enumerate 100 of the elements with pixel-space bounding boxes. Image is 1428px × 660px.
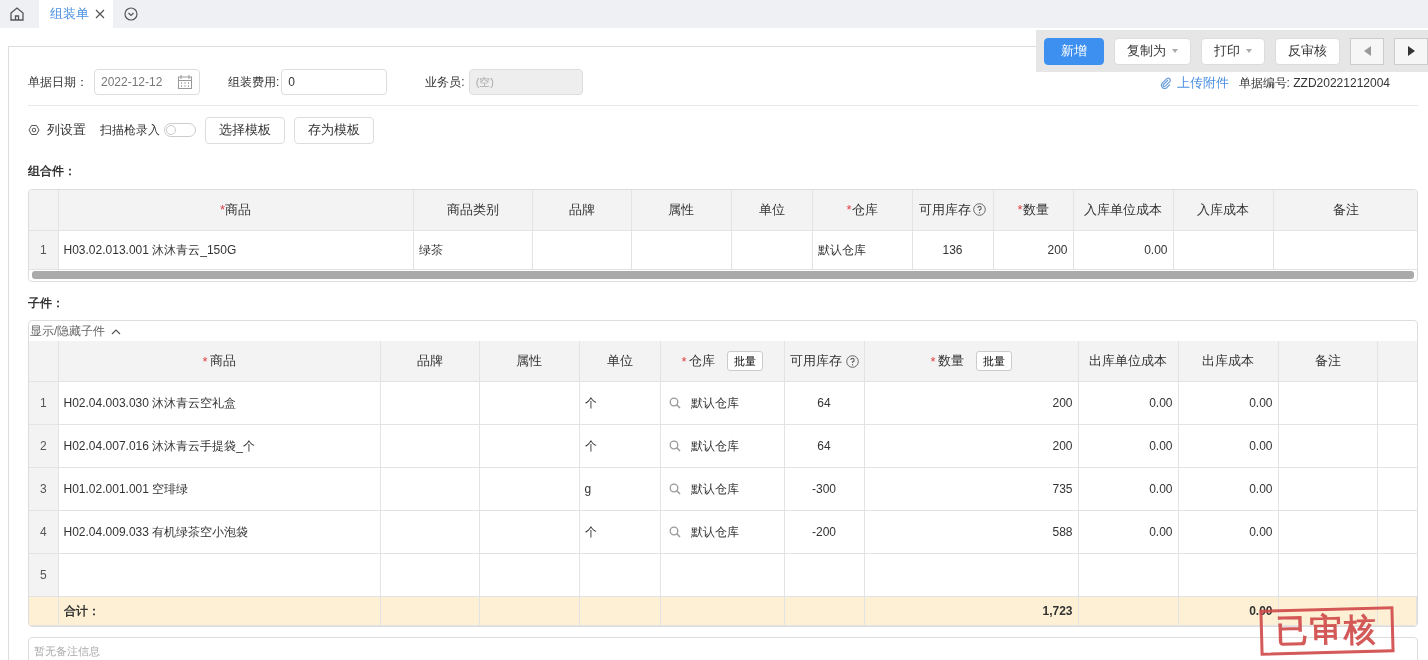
calendar-icon xyxy=(177,74,193,90)
table-cell: 0.00 xyxy=(1144,243,1168,257)
row-number: 1 xyxy=(29,230,58,270)
action-button[interactable]: 反审核 xyxy=(1275,37,1340,65)
settings-icon xyxy=(28,124,40,136)
column-header: 备注 xyxy=(1273,190,1417,231)
table-cell: -200 xyxy=(812,525,836,539)
table-cell: 0.00 xyxy=(1249,482,1273,496)
table-cell: 绿茶 xyxy=(418,242,443,257)
table-cell: 默认仓库 xyxy=(690,394,739,412)
paperclip-icon xyxy=(1159,77,1172,89)
column-header: 单位 xyxy=(579,341,660,382)
column-header: 入库成本 xyxy=(1173,190,1273,231)
search-icon[interactable] xyxy=(668,397,681,409)
section-title: 子件： xyxy=(28,295,65,309)
table-cell: 默认仓库 xyxy=(690,523,739,541)
batch-button[interactable]: 批量 xyxy=(726,351,763,371)
search-icon[interactable] xyxy=(668,440,681,452)
column-header: 属性 xyxy=(631,190,731,231)
table-cell: 0.00 xyxy=(1249,396,1273,410)
table-cell: H01.02.001.001 空琲绿 xyxy=(63,481,189,496)
column-header: 品牌 xyxy=(380,341,479,382)
column-header: *数量 批量 xyxy=(864,341,1078,382)
row-number: 4 xyxy=(29,510,58,554)
caret-icon xyxy=(1246,49,1252,53)
column-header: 属性 xyxy=(479,341,579,382)
table-cell: 0.00 xyxy=(1149,525,1173,539)
table-cell: 64 xyxy=(817,396,831,410)
column-header: *仓库 xyxy=(812,190,912,231)
table-cell: 个 xyxy=(584,395,597,410)
action-button[interactable]: 打印 xyxy=(1201,37,1265,65)
template-button[interactable]: 存为模板 xyxy=(294,116,374,144)
row-number: 3 xyxy=(29,467,58,511)
table-cell: 默认仓库 xyxy=(817,242,866,257)
table-cell: H03.02.013.001 沐沐青云_150G xyxy=(63,242,237,257)
date-field[interactable]: 2022-12-12 xyxy=(94,69,200,95)
total-value: 0.00 xyxy=(1249,604,1273,618)
dropdown-icon[interactable] xyxy=(124,7,138,21)
close-icon[interactable] xyxy=(95,9,105,19)
column-header: 品牌 xyxy=(532,190,631,231)
batch-button[interactable]: 批量 xyxy=(975,351,1012,371)
table-cell: 588 xyxy=(1052,525,1073,539)
table-cell: 200 xyxy=(1047,243,1068,257)
column-header: 可用库存 xyxy=(912,190,993,231)
table-cell: 0.00 xyxy=(1249,439,1273,453)
home-icon[interactable] xyxy=(9,6,25,22)
field-label: 组装费用: xyxy=(228,73,280,91)
total-label: 合计： xyxy=(63,603,100,618)
column-header: *数量 xyxy=(993,190,1073,231)
table-cell: 136 xyxy=(942,243,963,257)
search-icon[interactable] xyxy=(668,526,681,538)
column-settings-button[interactable]: 列设置 xyxy=(28,121,86,139)
document-number: 单据编号: ZZD20221212004 xyxy=(1238,74,1390,92)
upload-attachment-link[interactable]: 上传附件 xyxy=(1159,74,1229,92)
table-cell: 200 xyxy=(1052,439,1073,453)
right-arrow-icon xyxy=(1407,46,1415,56)
total-value: 1,723 xyxy=(1042,604,1073,618)
table-cell: 200 xyxy=(1052,396,1073,410)
row-number: 1 xyxy=(29,381,58,425)
table-cell: g xyxy=(584,482,592,496)
action-button[interactable]: 复制为 xyxy=(1114,37,1191,65)
table-cell: 64 xyxy=(817,439,831,453)
column-header: *商品 xyxy=(58,341,380,382)
table-cell: 0.00 xyxy=(1149,396,1173,410)
field-label: 单据日期： xyxy=(28,73,88,91)
column-header: 可用库存 xyxy=(784,341,864,382)
field-label: 业务员: xyxy=(425,73,465,91)
salesperson-field: (空) xyxy=(468,69,583,95)
table-cell: 默认仓库 xyxy=(690,437,739,455)
column-header: 备注 xyxy=(1278,341,1377,382)
column-header: *商品 xyxy=(58,190,413,231)
table-cell: 0.00 xyxy=(1249,525,1273,539)
show-hide-components-toggle[interactable]: 显示/隐藏子件 xyxy=(29,321,1417,341)
table-cell: 0.00 xyxy=(1149,439,1173,453)
row-number: 5 xyxy=(29,553,58,597)
table-cell: 735 xyxy=(1052,482,1073,496)
chevron-icon xyxy=(111,327,122,335)
table-cell: 默认仓库 xyxy=(690,480,739,498)
table-cell: -300 xyxy=(812,482,836,496)
row-number: 2 xyxy=(29,424,58,468)
horizontal-scrollbar[interactable] xyxy=(32,271,1414,279)
table-cell: H02.04.009.033 有机绿茶空小泡袋 xyxy=(63,524,249,539)
table-cell: 0.00 xyxy=(1149,482,1173,496)
search-icon[interactable] xyxy=(668,483,681,495)
table-cell: 个 xyxy=(584,524,597,539)
previous-button[interactable] xyxy=(1350,37,1384,65)
left-arrow-icon xyxy=(1363,46,1371,56)
table-cell: 个 xyxy=(584,438,597,453)
table-cell: H02.04.007.016 沐沐青云手提袋_个 xyxy=(63,438,255,453)
column-header: 出库单位成本 xyxy=(1078,341,1178,382)
column-header: 单位 xyxy=(731,190,812,231)
column-header: *仓库 批量 xyxy=(660,341,784,382)
next-button[interactable] xyxy=(1394,37,1428,65)
column-header: 出库成本 xyxy=(1178,341,1278,382)
assembly-fee-field[interactable]: 0 xyxy=(281,69,388,95)
document-tab[interactable]: 组装单 xyxy=(39,0,113,28)
column-header: 入库单位成本 xyxy=(1073,190,1173,231)
template-button[interactable]: 选择模板 xyxy=(205,116,285,144)
caret-icon xyxy=(1172,49,1178,53)
scan-toggle[interactable] xyxy=(164,123,196,137)
